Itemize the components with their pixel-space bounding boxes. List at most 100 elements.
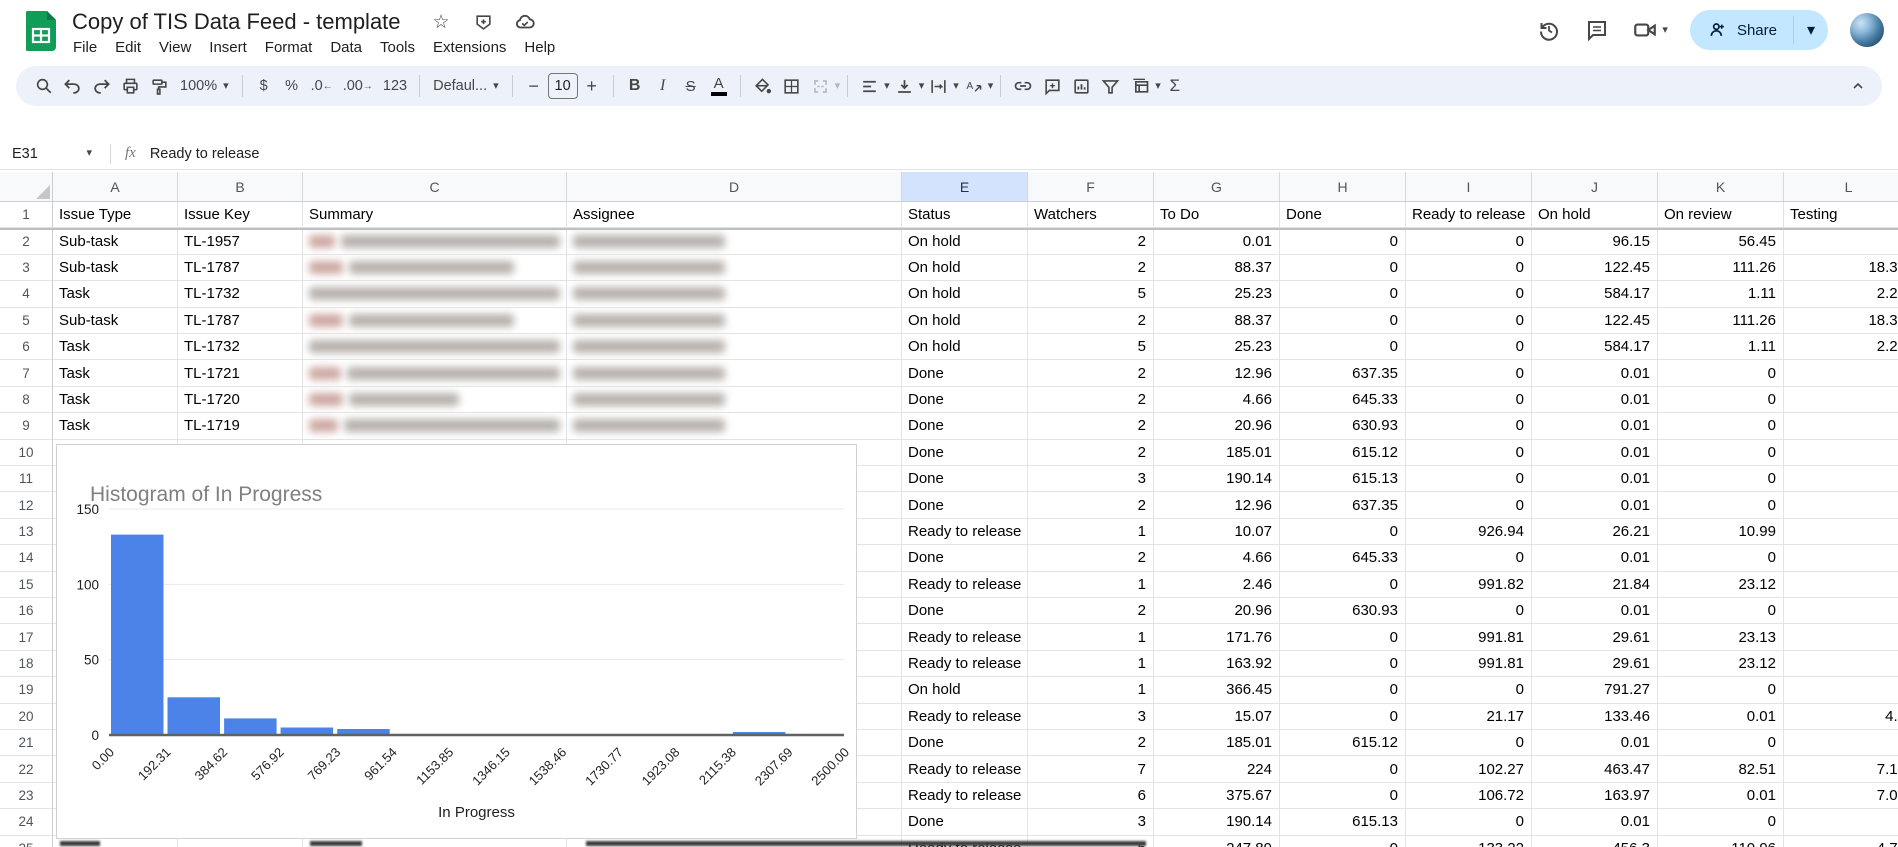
horizontal-align-caret-icon[interactable]: ▾ [884, 80, 890, 92]
cell-I8[interactable]: 0 [1406, 386, 1532, 414]
cell-F1[interactable]: Watchers [1028, 202, 1154, 229]
cell-F3[interactable]: 2 [1028, 254, 1154, 282]
cell-F16[interactable]: 2 [1028, 598, 1154, 625]
column-header-D[interactable]: D [567, 172, 902, 202]
cell-L14[interactable]: 0 [1784, 545, 1898, 572]
row-header-7[interactable]: 7 [0, 360, 53, 387]
cell-F19[interactable]: 1 [1028, 677, 1154, 704]
menu-file[interactable]: File [64, 36, 106, 59]
star-icon[interactable]: ☆ [430, 11, 452, 33]
cell-F6[interactable]: 5 [1028, 334, 1154, 361]
redacted-assignee-4[interactable] [567, 281, 902, 308]
cell-J22[interactable]: 463.47 [1532, 756, 1658, 783]
cell-A6[interactable]: Task [53, 334, 178, 361]
cell-I7[interactable]: 0 [1406, 360, 1532, 387]
cell-A1[interactable]: Issue Type [53, 202, 178, 229]
print-icon[interactable] [116, 72, 145, 100]
cell-F15[interactable]: 1 [1028, 571, 1154, 598]
cell-D1[interactable]: Assignee [567, 202, 902, 229]
strikethrough-button[interactable]: S [677, 72, 705, 100]
cell-L5[interactable]: 18.38 [1784, 307, 1898, 334]
cell-F23[interactable]: 6 [1028, 782, 1154, 810]
cell-H17[interactable]: 0 [1280, 624, 1406, 651]
cell-K17[interactable]: 23.13 [1658, 624, 1784, 651]
redacted-assignee-9[interactable] [567, 413, 902, 440]
row-header-22[interactable]: 22 [0, 756, 53, 783]
cell-G24[interactable]: 190.14 [1154, 809, 1280, 836]
filter-icon[interactable] [1096, 72, 1125, 100]
bold-button[interactable]: B [621, 72, 649, 100]
cell-G12[interactable]: 12.96 [1154, 492, 1280, 519]
cell-H15[interactable]: 0 [1280, 571, 1406, 598]
text-color-button[interactable]: A [705, 72, 733, 100]
row-header-5[interactable]: 5 [0, 307, 53, 334]
decrease-decimal-button[interactable]: .0 ← [306, 72, 338, 100]
cell-G2[interactable]: 0.01 [1154, 228, 1280, 255]
redacted-assignee-2[interactable] [567, 228, 902, 255]
cell-H11[interactable]: 615.13 [1280, 466, 1406, 493]
cell-E17[interactable]: Ready to release [902, 624, 1028, 651]
cell-L9[interactable]: 0 [1784, 413, 1898, 440]
cell-G4[interactable]: 25.23 [1154, 281, 1280, 308]
cell-K8[interactable]: 0 [1658, 386, 1784, 414]
cell-I12[interactable]: 0 [1406, 492, 1532, 519]
cell-J20[interactable]: 133.46 [1532, 703, 1658, 730]
font-family-select[interactable]: Defaul... ▾ [427, 78, 505, 94]
cell-L11[interactable]: 0 [1784, 466, 1898, 493]
name-box[interactable]: E31 ▾ [0, 146, 100, 162]
cell-F4[interactable]: 5 [1028, 281, 1154, 308]
cell-K15[interactable]: 23.12 [1658, 571, 1784, 598]
cell-K23[interactable]: 0.01 [1658, 782, 1784, 810]
cell-G16[interactable]: 20.96 [1154, 598, 1280, 625]
cell-F8[interactable]: 2 [1028, 386, 1154, 414]
cell-F18[interactable]: 1 [1028, 650, 1154, 678]
cell-G17[interactable]: 171.76 [1154, 624, 1280, 651]
cell-G8[interactable]: 4.66 [1154, 386, 1280, 414]
cell-L19[interactable]: 0 [1784, 677, 1898, 704]
column-header-F[interactable]: F [1028, 172, 1154, 202]
cell-K25[interactable]: 110.96 [1658, 835, 1784, 847]
cell-E18[interactable]: Ready to release [902, 650, 1028, 678]
format-currency-button[interactable]: $ [250, 72, 278, 100]
cell-F7[interactable]: 2 [1028, 360, 1154, 387]
cell-H8[interactable]: 645.33 [1280, 386, 1406, 414]
cell-K20[interactable]: 0.01 [1658, 703, 1784, 730]
cell-I4[interactable]: 0 [1406, 281, 1532, 308]
column-header-J[interactable]: J [1532, 172, 1658, 202]
cell-B4[interactable]: TL-1732 [178, 281, 303, 308]
cell-G5[interactable]: 88.37 [1154, 307, 1280, 334]
formula-input[interactable]: Ready to release [150, 146, 260, 162]
cell-F13[interactable]: 1 [1028, 518, 1154, 546]
cell-J11[interactable]: 0.01 [1532, 466, 1658, 493]
row-header-15[interactable]: 15 [0, 571, 53, 598]
row-header-3[interactable]: 3 [0, 254, 53, 282]
cell-G20[interactable]: 15.07 [1154, 703, 1280, 730]
row-header-10[interactable]: 10 [0, 439, 53, 466]
cell-F2[interactable]: 2 [1028, 228, 1154, 255]
cell-H19[interactable]: 0 [1280, 677, 1406, 704]
cell-K12[interactable]: 0 [1658, 492, 1784, 519]
cell-F17[interactable]: 1 [1028, 624, 1154, 651]
row-header-21[interactable]: 21 [0, 730, 53, 757]
vertical-align-button[interactable] [890, 72, 919, 100]
sheets-logo-icon[interactable] [26, 11, 56, 51]
cell-J2[interactable]: 96.15 [1532, 228, 1658, 255]
cell-E1[interactable]: Status [902, 202, 1028, 229]
cell-E4[interactable]: On hold [902, 281, 1028, 308]
cell-H3[interactable]: 0 [1280, 254, 1406, 282]
cell-B6[interactable]: TL-1732 [178, 334, 303, 361]
cell-F14[interactable]: 2 [1028, 545, 1154, 572]
cell-L17[interactable]: 0 [1784, 624, 1898, 651]
share-dropdown-caret[interactable]: ▾ [1794, 10, 1828, 50]
redo-icon[interactable] [87, 72, 116, 100]
cell-L1[interactable]: Testing [1784, 202, 1898, 229]
cell-L8[interactable]: 0 [1784, 386, 1898, 414]
cell-L21[interactable]: 0 [1784, 730, 1898, 757]
table-views-caret-icon[interactable]: ▾ [1155, 80, 1161, 92]
row-header-2[interactable]: 2 [0, 228, 53, 255]
cell-G11[interactable]: 190.14 [1154, 466, 1280, 493]
cell-I25[interactable]: 133.22 [1406, 835, 1532, 847]
cell-H18[interactable]: 0 [1280, 650, 1406, 678]
menu-edit[interactable]: Edit [106, 36, 150, 59]
cell-A5[interactable]: Sub-task [53, 307, 178, 334]
